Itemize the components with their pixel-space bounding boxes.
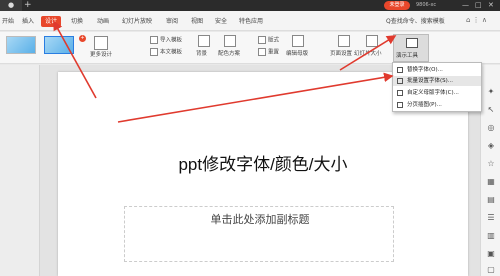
import-template-button[interactable]: 导入模板 <box>150 36 182 46</box>
layout-icon <box>258 36 266 44</box>
tab-dot-icon: ● <box>7 1 15 9</box>
menu-transition[interactable]: 切换 <box>71 16 83 27</box>
menu-review[interactable]: 审阅 <box>166 16 178 27</box>
presentation-tools-menu: 替换字体(O)... 批量设置字体(S)... 自定义母版字体(C)... 分页… <box>392 62 482 112</box>
replace-font-icon <box>397 67 403 73</box>
edit-master-button[interactable]: 编辑母版 <box>286 50 308 59</box>
text-template-button[interactable]: 本文模板 <box>150 48 182 58</box>
menu-start[interactable]: 开始 <box>2 16 14 27</box>
page-illustration-icon <box>397 102 403 108</box>
edit-master-icon[interactable] <box>292 35 304 47</box>
menu-replace-font[interactable]: 替换字体(O)... <box>393 65 481 75</box>
menu-custom-master-font[interactable]: 自定义母版字体(C)... <box>393 88 481 98</box>
text-template-label: 本文模板 <box>160 49 183 56</box>
maximize-button[interactable]: □ <box>475 0 482 11</box>
page-illustration-label: 分页插图(P)... <box>407 102 442 108</box>
subtitle-placeholder-box[interactable]: 单击此处添加副标题 <box>124 206 394 262</box>
text-template-icon <box>150 48 158 56</box>
user-id: 9806-xc <box>416 2 437 8</box>
search-command[interactable]: Q查找命令、搜索模板 <box>386 16 445 27</box>
sidebar-list-icon[interactable]: ☰ <box>486 213 496 223</box>
sidebar-fill-icon[interactable]: ◈ <box>486 141 496 151</box>
layout-label: 版式 <box>268 37 280 44</box>
subtitle-placeholder[interactable]: 单击此处添加副标题 <box>125 211 395 227</box>
sidebar-table-icon[interactable]: ▤ <box>486 195 496 205</box>
design-template-2[interactable] <box>44 36 74 54</box>
more-designs-icon[interactable] <box>94 36 108 50</box>
presentation-tools-label: 演示工具 <box>396 53 419 59</box>
background-button[interactable]: 背景 <box>196 50 207 59</box>
sidebar-chart-icon[interactable]: ▦ <box>486 177 496 187</box>
slide-title[interactable]: ppt修改字体/颜色/大小 <box>58 150 468 175</box>
presentation-tools-button[interactable]: 演示工具 <box>393 34 429 62</box>
sidebar-more-icon[interactable]: ▢ <box>486 265 496 275</box>
login-badge[interactable]: 未登录 <box>384 1 410 10</box>
color-scheme-icon[interactable] <box>224 35 236 47</box>
color-scheme-button[interactable]: 配色方案 <box>218 50 240 59</box>
presentation-tools-icon <box>406 38 418 48</box>
menu-extra-icons[interactable]: ⌂ ⋮ ∧ <box>466 16 487 24</box>
add-template-icon[interactable]: + <box>79 35 86 42</box>
menu-features[interactable]: 特色应用 <box>239 16 263 27</box>
menu-animation[interactable]: 动画 <box>97 16 109 27</box>
title-bar: ● + 未登录 9806-xc — □ ✕ <box>0 0 500 11</box>
ribbon-toolbar: + 更多设计 导入模板 本文模板 背景 配色方案 版式 重置 编辑母版 页面设置… <box>0 32 500 64</box>
sidebar-animation-icon[interactable]: ☆ <box>486 159 496 169</box>
batch-font-label: 批量设置字体(S)... <box>407 78 454 84</box>
sidebar-pin-icon[interactable]: ✦ <box>486 87 496 97</box>
import-template-label: 导入模板 <box>160 37 183 44</box>
custom-master-font-label: 自定义母版字体(C)... <box>407 90 459 96</box>
design-template-1[interactable] <box>6 36 36 54</box>
menu-page-illustration[interactable]: 分页插图(P)... <box>393 100 481 110</box>
sidebar-select-icon[interactable]: ↖ <box>486 105 496 115</box>
background-icon[interactable] <box>198 35 210 47</box>
sidebar-layout-icon[interactable]: ▥ <box>486 231 496 241</box>
document-tab[interactable]: ● <box>0 0 22 11</box>
menu-insert[interactable]: 插入 <box>22 16 34 27</box>
more-designs-button[interactable]: 更多设计 <box>90 51 112 60</box>
batch-font-icon <box>397 78 403 84</box>
minimize-button[interactable]: — <box>462 0 469 11</box>
reset-label: 重置 <box>268 49 280 56</box>
menu-security[interactable]: 安全 <box>215 16 227 27</box>
layout-button[interactable]: 版式 <box>258 36 279 46</box>
menu-design[interactable]: 设计 <box>41 16 62 27</box>
menu-batch-set-font[interactable]: 批量设置字体(S)... <box>393 76 481 86</box>
page-setup-icon[interactable] <box>338 35 350 47</box>
reset-button[interactable]: 重置 <box>258 48 279 58</box>
slide-size-icon[interactable] <box>366 35 378 47</box>
right-sidebar: ✦ ↖ ◎ ◈ ☆ ▦ ▤ ☰ ▥ ▣ ▢ <box>480 65 500 276</box>
slide-thumbnail-pane[interactable] <box>0 65 40 276</box>
import-icon <box>150 36 158 44</box>
close-button[interactable]: ✕ <box>488 0 494 11</box>
menu-view[interactable]: 视图 <box>191 16 203 27</box>
sidebar-shape-icon[interactable]: ◎ <box>486 123 496 133</box>
slide-size-button[interactable]: 幻灯片大小 <box>354 50 382 59</box>
sidebar-image-icon[interactable]: ▣ <box>486 249 496 259</box>
menu-bar: 开始 插入 设计 切换 动画 幻灯片放映 审阅 视图 安全 特色应用 Q查找命令… <box>0 11 500 31</box>
new-tab-button[interactable]: + <box>24 0 32 11</box>
menu-slideshow[interactable]: 幻灯片放映 <box>122 16 152 27</box>
replace-font-label: 替换字体(O)... <box>407 67 443 73</box>
page-setup-button[interactable]: 页面设置 <box>330 50 352 59</box>
custom-master-font-icon <box>397 90 403 96</box>
reset-icon <box>258 48 266 56</box>
